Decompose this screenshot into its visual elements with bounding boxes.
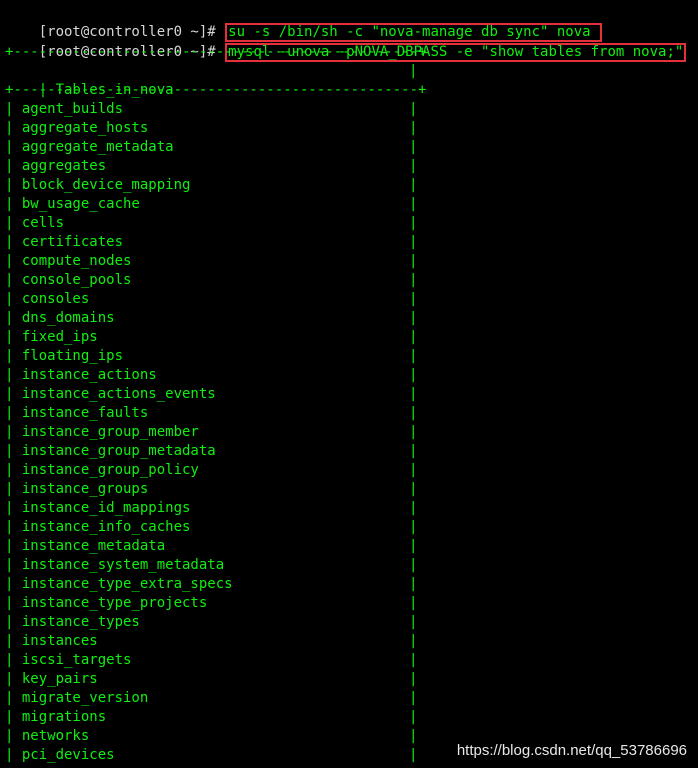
- table-row: | dns_domains |: [5, 310, 418, 326]
- table-name: instance_type_extra_specs: [21, 576, 233, 592]
- command-line-2: [root@controller0 ~]# mysql -unova -pNOV…: [5, 24, 687, 62]
- table-row: | console_pools |: [5, 272, 418, 288]
- terminal-window[interactable]: [root@controller0 ~]# su -s /bin/sh -c "…: [0, 0, 698, 768]
- table-name: instance_metadata: [21, 538, 166, 554]
- table-name: migrate_version: [21, 690, 149, 706]
- table-row: | floating_ips |: [5, 348, 418, 364]
- table-row: | fixed_ips |: [5, 329, 418, 345]
- watermark: https://blog.csdn.net/qq_53786696: [456, 742, 687, 759]
- table-name: instance_group_member: [21, 424, 199, 440]
- table-name: certificates: [21, 234, 124, 250]
- table-row: | agent_builds |: [5, 101, 418, 117]
- table-row: | block_device_mapping |: [5, 177, 418, 193]
- table-row: | aggregates |: [5, 158, 418, 174]
- table-row: | instance_group_policy |: [5, 462, 418, 478]
- table-row: | consoles |: [5, 291, 418, 307]
- table-name: key_pairs: [21, 671, 98, 687]
- table-name: fixed_ips: [21, 329, 98, 345]
- table-name: iscsi_targets: [21, 652, 132, 668]
- table-row: | instance_system_metadata |: [5, 557, 418, 573]
- table-name: instance_faults: [21, 405, 149, 421]
- table-name: agent_builds: [21, 101, 124, 117]
- table-row: | bw_usage_cache |: [5, 196, 418, 212]
- command-line-1: [root@controller0 ~]# su -s /bin/sh -c "…: [5, 4, 603, 42]
- table-name: instance_id_mappings: [21, 500, 191, 516]
- table-row: | instance_actions |: [5, 367, 418, 383]
- table-name: bw_usage_cache: [21, 196, 140, 212]
- table-row: | instance_group_metadata |: [5, 443, 418, 459]
- table-name: pci_devices: [21, 747, 115, 763]
- table-row: | instances |: [5, 633, 418, 649]
- table-name: aggregate_hosts: [21, 120, 149, 136]
- table-name: floating_ips: [21, 348, 124, 364]
- table-row: | aggregate_metadata |: [5, 139, 418, 155]
- table-row: | instance_groups |: [5, 481, 418, 497]
- table-row: | instance_metadata |: [5, 538, 418, 554]
- table-row: | cells |: [5, 215, 418, 231]
- table-name: instance_group_metadata: [21, 443, 216, 459]
- table-name: aggregate_metadata: [21, 139, 174, 155]
- table-name: compute_nodes: [21, 253, 132, 269]
- table-name: instance_group_policy: [21, 462, 199, 478]
- table-name: instance_actions_events: [21, 386, 216, 402]
- table-row: | instance_actions_events |: [5, 386, 418, 402]
- table-name: block_device_mapping: [21, 177, 191, 193]
- table-row: | instance_group_member |: [5, 424, 418, 440]
- table-name: consoles: [21, 291, 90, 307]
- table-separator-header: +---------------------------------------…: [5, 82, 427, 98]
- table-row: | migrations |: [5, 709, 418, 725]
- table-name: networks: [21, 728, 90, 744]
- table-row: | key_pairs |: [5, 671, 418, 687]
- table-name: console_pools: [21, 272, 132, 288]
- table-row: | migrate_version |: [5, 690, 418, 706]
- table-name: dns_domains: [21, 310, 115, 326]
- table-name: aggregates: [21, 158, 107, 174]
- table-row: | instance_type_extra_specs |: [5, 576, 418, 592]
- table-row: | instance_types |: [5, 614, 418, 630]
- table-name: instance_types: [21, 614, 140, 630]
- table-name: instance_system_metadata: [21, 557, 225, 573]
- table-row: | compute_nodes |: [5, 253, 418, 269]
- table-name: instance_info_caches: [21, 519, 191, 535]
- table-name: instances: [21, 633, 98, 649]
- table-row: | certificates |: [5, 234, 418, 250]
- table-name: instance_type_projects: [21, 595, 208, 611]
- table-name: migrations: [21, 709, 107, 725]
- table-name: instance_actions: [21, 367, 157, 383]
- table-row: | pci_devices |: [5, 747, 418, 763]
- table-row: | instance_faults |: [5, 405, 418, 421]
- table-name: instance_groups: [21, 481, 149, 497]
- table-row: | aggregate_hosts |: [5, 120, 418, 136]
- table-separator-top: +---------------------------------------…: [5, 44, 427, 60]
- table-name: cells: [21, 215, 65, 231]
- table-row: | instance_id_mappings |: [5, 500, 418, 516]
- table-header-row: | Tables_in_nova |: [38, 63, 418, 98]
- table-row: | iscsi_targets |: [5, 652, 418, 668]
- table-row: | instance_type_projects |: [5, 595, 418, 611]
- table-row: | networks |: [5, 728, 418, 744]
- table-row: | instance_info_caches |: [5, 519, 418, 535]
